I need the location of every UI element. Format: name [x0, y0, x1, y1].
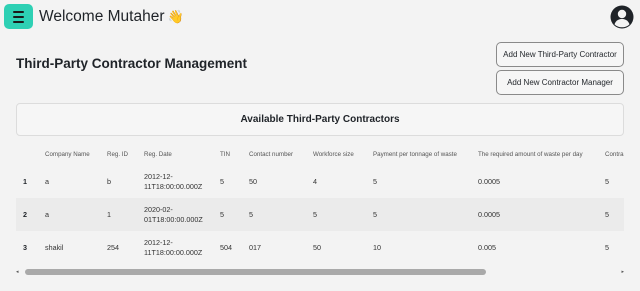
column-header-waste: The required amount of waste per day	[478, 151, 583, 158]
company-name: a	[45, 210, 49, 219]
table-row[interactable]: 3 shakil 254 2012-12-11T18:00:00.000Z 50…	[16, 231, 624, 264]
wave-emoji: 👋	[167, 9, 184, 24]
payment-per-tonnage: 5	[373, 177, 377, 186]
reg-id: 254	[107, 243, 119, 252]
waste-per-day: 0.005	[478, 243, 496, 252]
contract-value: 5	[605, 243, 609, 252]
waste-per-day: 0.0005	[478, 177, 500, 186]
card-title: Available Third-Party Contractors	[240, 114, 400, 125]
workforce-size: 4	[313, 177, 317, 186]
reg-date: 2012-12-11T18:00:00.000Z	[144, 172, 203, 191]
column-header-reg-date: Reg. Date	[144, 151, 172, 158]
contact-number: 017	[249, 243, 261, 252]
tin: 504	[220, 243, 232, 252]
contractors-table: Company Name Reg. ID Reg. Date TIN Conta…	[16, 140, 624, 266]
contact-number: 5	[249, 210, 253, 219]
page-title: Third-Party Contractor Management	[16, 56, 248, 71]
column-header-company: Company Name	[45, 151, 90, 158]
contact-number: 50	[249, 177, 257, 186]
column-header-workforce: Workforce size	[313, 151, 354, 158]
hamburger-menu-icon	[13, 10, 24, 13]
table-row[interactable]: 1 a b 2012-12-11T18:00:00.000Z 5 50 4 5 …	[16, 165, 624, 198]
column-header-contact: Contact number	[249, 151, 294, 158]
top-bar: Welcome Mutaher 👋	[0, 0, 640, 34]
contract-value: 5	[605, 177, 609, 186]
welcome-text: Welcome Mutaher 👋	[39, 8, 184, 26]
payment-per-tonnage: 5	[373, 210, 377, 219]
add-contractor-button[interactable]: Add New Third-Party Contractor	[496, 42, 624, 67]
scroll-left-icon[interactable]: ◂	[16, 269, 19, 275]
contractors-card: Available Third-Party Contractors	[16, 103, 624, 136]
welcome-label: Welcome Mutaher	[39, 8, 165, 25]
column-header-payment: Payment per tonnage of waste	[373, 151, 457, 158]
menu-button[interactable]	[4, 4, 33, 29]
waste-per-day: 0.0005	[478, 210, 500, 219]
scrollbar-thumb[interactable]	[25, 269, 486, 275]
contract-value: 5	[605, 210, 609, 219]
row-index: 3	[23, 243, 27, 252]
reg-date: 2012-12-11T18:00:00.000Z	[144, 238, 203, 257]
scroll-right-icon[interactable]: ▸	[621, 269, 624, 275]
tin: 5	[220, 177, 224, 186]
company-name: shakil	[45, 243, 64, 252]
user-circle-icon[interactable]	[610, 5, 634, 29]
row-index: 1	[23, 177, 27, 186]
reg-id: 1	[107, 210, 111, 219]
row-index: 2	[23, 210, 27, 219]
payment-per-tonnage: 10	[373, 243, 381, 252]
table-row[interactable]: 2 a 1 2020-02-01T18:00:00.000Z 5 5 5 5 0…	[16, 198, 624, 231]
reg-date: 2020-02-01T18:00:00.000Z	[144, 205, 203, 224]
horizontal-scrollbar[interactable]: ◂ ▸	[16, 267, 624, 277]
tin: 5	[220, 210, 224, 219]
workforce-size: 50	[313, 243, 321, 252]
workforce-size: 5	[313, 210, 317, 219]
reg-id: b	[107, 177, 111, 186]
company-name: a	[45, 177, 49, 186]
column-header-tin: TIN	[220, 151, 230, 158]
add-manager-button[interactable]: Add New Contractor Manager	[496, 70, 624, 95]
column-header-contract: Contra	[605, 151, 624, 158]
column-header-reg-id: Reg. ID	[107, 151, 128, 158]
